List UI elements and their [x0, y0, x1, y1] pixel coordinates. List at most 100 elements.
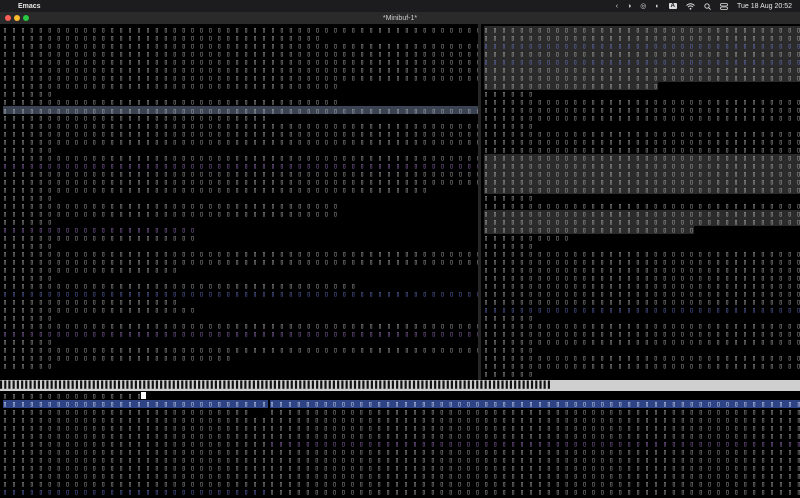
- buffer-line[interactable]: ▯ ▯ ▯ ▯ ▯ ▯: [484, 194, 533, 202]
- search-icon[interactable]: [704, 2, 711, 10]
- buffer-line[interactable]: ▯ ▯ ▯ ▯ ▯ ▯ ▯ ▯ ▯ ▯ ▯ ▯ ▯ ▯ ▯ ▯ ▯ ▯ ▯ ▯ …: [484, 154, 800, 162]
- buffer-line[interactable]: ▯ ▯ ▯ ▯ ▯ ▯ ▯ ▯ ▯ ▯ ▯ ▯ ▯ ▯ ▯ ▯ ▯ ▯ ▯ ▯ …: [3, 472, 268, 480]
- buffer-line[interactable]: ▯ ▯ ▯ ▯ ▯ ▯: [3, 218, 52, 226]
- buffer-line[interactable]: ▯ ▯ ▯ ▯ ▯ ▯ ▯ ▯ ▯ ▯ ▯ ▯ ▯ ▯ ▯ ▯ ▯ ▯ ▯ ▯ …: [3, 234, 195, 242]
- buffer-line[interactable]: ▯ ▯ ▯ ▯ ▯ ▯ ▯ ▯ ▯ ▯ ▯ ▯ ▯ ▯ ▯ ▯ ▯ ▯ ▯ ▯ …: [484, 178, 800, 186]
- buffer-line[interactable]: ▯ ▯ ▯ ▯ ▯ ▯ ▯ ▯ ▯ ▯ ▯ ▯ ▯ ▯ ▯ ▯ ▯ ▯ ▯ ▯ …: [3, 178, 478, 186]
- buffer-line[interactable]: ▯ ▯ ▯ ▯ ▯ ▯ ▯ ▯ ▯ ▯ ▯ ▯ ▯ ▯ ▯ ▯ ▯ ▯ ▯ ▯ …: [3, 440, 266, 448]
- buffer-line[interactable]: ▯ ▯ ▯ ▯ ▯ ▯ ▯ ▯ ▯ ▯ ▯ ▯ ▯ ▯ ▯ ▯ ▯ ▯ ▯ ▯ …: [270, 464, 800, 472]
- buffer-line[interactable]: ▯ ▯ ▯ ▯ ▯ ▯: [484, 242, 533, 250]
- buffer-line[interactable]: ▯ ▯ ▯ ▯ ▯ ▯: [3, 338, 52, 346]
- buffer-line[interactable]: ▯ ▯ ▯ ▯ ▯ ▯ ▯ ▯ ▯ ▯ ▯ ▯ ▯ ▯ ▯ ▯ ▯ ▯ ▯ ▯ …: [484, 138, 800, 146]
- right-editor-window[interactable]: ▯ ▯ ▯ ▯ ▯ ▯ ▯ ▯ ▯ ▯ ▯ ▯ ▯ ▯ ▯ ▯ ▯ ▯ ▯ ▯ …: [481, 24, 800, 380]
- input-source-icon[interactable]: A: [668, 3, 677, 9]
- buffer-line[interactable]: ▯ ▯ ▯ ▯ ▯ ▯ ▯ ▯ ▯ ▯ ▯ ▯ ▯ ▯ ▯ ▯ ▯ ▯ ▯ ▯ …: [3, 58, 478, 66]
- buffer-line[interactable]: ▯ ▯ ▯ ▯ ▯ ▯ ▯ ▯ ▯ ▯ ▯ ▯ ▯ ▯ ▯ ▯ ▯ ▯ ▯ ▯ …: [484, 266, 800, 274]
- buffer-line[interactable]: ▯ ▯ ▯ ▯ ▯ ▯ ▯ ▯ ▯ ▯ ▯ ▯ ▯ ▯ ▯ ▯ ▯ ▯ ▯ ▯ …: [484, 58, 800, 66]
- buffer-line[interactable]: ▯ ▯ ▯ ▯ ▯ ▯ ▯ ▯ ▯ ▯ ▯ ▯ ▯ ▯ ▯ ▯ ▯ ▯ ▯ ▯ …: [3, 306, 195, 314]
- buffer-line[interactable]: ▯ ▯ ▯ ▯ ▯ ▯ ▯ ▯ ▯ ▯ ▯ ▯ ▯ ▯ ▯ ▯ ▯ ▯ ▯ ▯ …: [3, 448, 266, 456]
- buffer-line[interactable]: ▯ ▯ ▯ ▯ ▯ ▯ ▯ ▯ ▯ ▯ ▯ ▯ ▯ ▯ ▯ ▯ ▯ ▯ ▯ ▯ …: [484, 250, 800, 258]
- buffer-line[interactable]: ▯ ▯ ▯ ▯ ▯ ▯ ▯ ▯ ▯ ▯ ▯ ▯ ▯ ▯ ▯ ▯ ▯ ▯ ▯ ▯ …: [3, 354, 231, 362]
- buffer-line[interactable]: ▯ ▯ ▯ ▯ ▯ ▯ ▯ ▯ ▯ ▯ ▯ ▯ ▯ ▯ ▯ ▯ ▯ ▯ ▯ ▯ …: [484, 362, 800, 370]
- buffer-line[interactable]: ▯ ▯ ▯ ▯ ▯ ▯ ▯ ▯ ▯ ▯ ▯ ▯ ▯ ▯ ▯ ▯ ▯ ▯ ▯ ▯ …: [3, 42, 478, 50]
- buffer-line[interactable]: ▯ ▯ ▯ ▯ ▯ ▯: [3, 274, 52, 282]
- app-menu-title[interactable]: Emacs: [18, 3, 41, 10]
- buffer-line[interactable]: ▯ ▯ ▯ ▯ ▯ ▯ ▯ ▯ ▯ ▯ ▯ ▯ ▯ ▯ ▯ ▯ ▯ ▯ ▯ ▯ …: [3, 114, 266, 122]
- buffer-line[interactable]: ▯ ▯ ▯ ▯ ▯ ▯ ▯ ▯ ▯ ▯ ▯ ▯ ▯ ▯ ▯ ▯ ▯ ▯ ▯ ▯ …: [3, 424, 268, 432]
- buffer-line[interactable]: ▯ ▯ ▯ ▯ ▯ ▯ ▯ ▯ ▯ ▯ ▯ ▯ ▯ ▯ ▯ ▯ ▯ ▯ ▯ ▯ …: [270, 480, 800, 488]
- buffer-line[interactable]: ▯ ▯ ▯ ▯ ▯ ▯ ▯ ▯ ▯ ▯ ▯ ▯ ▯ ▯ ▯ ▯ ▯ ▯ ▯ ▯ …: [484, 330, 800, 338]
- buffer-line[interactable]: ▯ ▯ ▯ ▯ ▯ ▯ ▯ ▯ ▯ ▯ ▯ ▯ ▯ ▯ ▯ ▯ ▯ ▯ ▯ ▯ …: [3, 416, 268, 424]
- buffer-line[interactable]: ▯ ▯ ▯ ▯ ▯ ▯ ▯ ▯ ▯ ▯ ▯ ▯ ▯ ▯ ▯ ▯ ▯ ▯ ▯ ▯ …: [3, 170, 478, 178]
- buffer-line[interactable]: ▯ ▯ ▯ ▯ ▯ ▯ ▯ ▯ ▯ ▯ ▯ ▯ ▯ ▯ ▯ ▯ ▯ ▯ ▯ ▯ …: [3, 226, 195, 234]
- buffer-line[interactable]: ▯ ▯ ▯ ▯ ▯ ▯ ▯ ▯ ▯ ▯ ▯ ▯ ▯ ▯ ▯ ▯ ▯ ▯ ▯ ▯ …: [3, 74, 478, 82]
- buffer-line[interactable]: ▯ ▯ ▯ ▯ ▯ ▯: [3, 314, 52, 322]
- headphones-icon[interactable]: ◑: [627, 3, 631, 10]
- buffer-line[interactable]: ▯ ▯ ▯ ▯ ▯ ▯ ▯ ▯ ▯ ▯ ▯ ▯ ▯ ▯ ▯ ▯ ▯ ▯ ▯ ▯ …: [3, 456, 268, 464]
- buffer-line[interactable]: ▯ ▯ ▯ ▯ ▯ ▯: [484, 370, 533, 378]
- buffer-line[interactable]: ▯ ▯ ▯ ▯ ▯ ▯ ▯ ▯ ▯ ▯ ▯ ▯ ▯ ▯ ▯ ▯ ▯ ▯ ▯ ▯ …: [3, 98, 338, 106]
- buffer-line[interactable]: ▯ ▯ ▯ ▯ ▯ ▯ ▯ ▯ ▯ ▯ ▯ ▯ ▯ ▯ ▯ ▯ ▯ ▯ ▯ ▯ …: [3, 464, 268, 472]
- buffer-line[interactable]: ▯ ▯ ▯ ▯ ▯ ▯ ▯ ▯ ▯ ▯ ▯ ▯ ▯ ▯ ▯ ▯ ▯ ▯ ▯ ▯ …: [3, 210, 338, 218]
- buffer-line[interactable]: ▯ ▯ ▯ ▯ ▯ ▯: [3, 90, 52, 98]
- buffer-line[interactable]: ▯ ▯ ▯ ▯ ▯ ▯ ▯ ▯ ▯ ▯ ▯ ▯ ▯ ▯ ▯ ▯ ▯ ▯ ▯ ▯ …: [3, 106, 478, 114]
- buffer-line[interactable]: ▯ ▯ ▯ ▯ ▯ ▯ ▯ ▯ ▯ ▯ ▯ ▯ ▯ ▯ ▯ ▯ ▯ ▯ ▯ ▯ …: [484, 170, 800, 178]
- buffer-line[interactable]: ▯ ▯ ▯ ▯ ▯ ▯ ▯ ▯ ▯ ▯ ▯ ▯ ▯ ▯ ▯ ▯ ▯ ▯ ▯ ▯ …: [484, 218, 800, 226]
- buffer-line[interactable]: ▯ ▯ ▯ ▯ ▯ ▯ ▯ ▯ ▯ ▯ ▯ ▯ ▯ ▯ ▯ ▯ ▯ ▯ ▯ ▯ …: [484, 66, 800, 74]
- menu-bar-clock[interactable]: Tue 18 Aug 20:52: [737, 3, 792, 10]
- buffer-line[interactable]: ▯ ▯ ▯ ▯ ▯ ▯ ▯ ▯ ▯ ▯ ▯ ▯ ▯ ▯ ▯ ▯ ▯ ▯ ▯ ▯ …: [484, 26, 800, 34]
- buffer-line[interactable]: ▯ ▯ ▯ ▯ ▯ ▯ ▯ ▯ ▯ ▯ ▯ ▯ ▯ ▯ ▯ ▯: [3, 392, 147, 400]
- control-center-icon[interactable]: [720, 2, 728, 10]
- buffer-line[interactable]: ▯ ▯ ▯ ▯ ▯ ▯ ▯ ▯ ▯ ▯ ▯ ▯ ▯ ▯ ▯ ▯ ▯ ▯ ▯ ▯ …: [3, 130, 478, 138]
- buffer-line[interactable]: ▯ ▯ ▯ ▯ ▯ ▯ ▯ ▯ ▯ ▯ ▯ ▯ ▯ ▯ ▯ ▯ ▯ ▯ ▯ ▯ …: [3, 480, 268, 488]
- buffer-line[interactable]: ▯ ▯ ▯ ▯ ▯ ▯ ▯ ▯ ▯ ▯ ▯ ▯ ▯ ▯ ▯ ▯ ▯ ▯ ▯ ▯ …: [3, 408, 249, 416]
- buffer-line[interactable]: ▯ ▯ ▯ ▯ ▯ ▯ ▯ ▯ ▯ ▯: [484, 234, 569, 242]
- buffer-line[interactable]: ▯ ▯ ▯ ▯ ▯ ▯ ▯ ▯ ▯ ▯ ▯ ▯ ▯ ▯ ▯ ▯ ▯ ▯ ▯ ▯ …: [3, 258, 478, 266]
- buffer-line[interactable]: ▯ ▯ ▯ ▯ ▯ ▯ ▯ ▯ ▯ ▯ ▯ ▯ ▯ ▯ ▯ ▯ ▯ ▯ ▯ ▯ …: [484, 114, 800, 122]
- buffer-line[interactable]: ▯ ▯ ▯ ▯ ▯ ▯ ▯ ▯ ▯ ▯ ▯ ▯ ▯ ▯ ▯ ▯ ▯ ▯ ▯ ▯ …: [484, 186, 800, 194]
- buffer-line[interactable]: ▯ ▯ ▯ ▯ ▯ ▯ ▯ ▯ ▯ ▯ ▯ ▯ ▯ ▯ ▯ ▯ ▯ ▯ ▯ ▯ …: [270, 472, 800, 480]
- display-status-icon[interactable]: ◐: [655, 3, 659, 10]
- buffer-line[interactable]: ▯ ▯ ▯ ▯ ▯ ▯: [484, 90, 533, 98]
- buffer-line[interactable]: ▯ ▯ ▯ ▯ ▯ ▯ ▯ ▯ ▯ ▯ ▯ ▯ ▯ ▯ ▯ ▯ ▯ ▯ ▯ ▯ …: [484, 274, 800, 282]
- buffer-line[interactable]: ▯ ▯ ▯ ▯ ▯ ▯ ▯ ▯ ▯ ▯ ▯ ▯ ▯ ▯ ▯ ▯ ▯ ▯ ▯ ▯ …: [3, 250, 478, 258]
- buffer-line[interactable]: ▯ ▯ ▯ ▯ ▯ ▯ ▯ ▯ ▯ ▯ ▯ ▯ ▯ ▯ ▯ ▯ ▯ ▯ ▯ ▯ …: [3, 330, 478, 338]
- buffer-line[interactable]: ▯ ▯ ▯ ▯ ▯ ▯ ▯ ▯ ▯ ▯ ▯ ▯ ▯ ▯ ▯ ▯ ▯ ▯ ▯ ▯ …: [270, 400, 800, 408]
- buffer-line[interactable]: ▯ ▯ ▯ ▯ ▯ ▯ ▯ ▯ ▯ ▯ ▯ ▯ ▯ ▯ ▯ ▯ ▯ ▯ ▯ ▯ …: [484, 354, 800, 362]
- buffer-line[interactable]: ▯ ▯ ▯ ▯ ▯ ▯: [3, 362, 52, 370]
- buffer-line[interactable]: ▯ ▯ ▯ ▯ ▯ ▯ ▯ ▯ ▯ ▯ ▯ ▯ ▯ ▯ ▯ ▯ ▯ ▯ ▯ ▯ …: [3, 432, 268, 440]
- buffer-line[interactable]: ▯ ▯ ▯ ▯ ▯ ▯ ▯ ▯ ▯ ▯ ▯ ▯ ▯ ▯ ▯ ▯ ▯ ▯ ▯ ▯: [3, 266, 177, 274]
- buffer-line[interactable]: ▯ ▯ ▯ ▯ ▯ ▯ ▯ ▯ ▯ ▯ ▯ ▯ ▯ ▯ ▯ ▯ ▯ ▯ ▯ ▯ …: [270, 432, 800, 440]
- buffer-line[interactable]: ▯ ▯ ▯ ▯ ▯ ▯ ▯ ▯ ▯ ▯ ▯ ▯ ▯ ▯ ▯ ▯ ▯ ▯ ▯ ▯ …: [484, 130, 800, 138]
- buffer-line[interactable]: ▯ ▯ ▯ ▯ ▯ ▯ ▯ ▯ ▯ ▯ ▯ ▯ ▯ ▯ ▯ ▯ ▯ ▯ ▯ ▯ …: [484, 226, 694, 234]
- buffer-line[interactable]: ▯ ▯ ▯ ▯ ▯ ▯ ▯ ▯ ▯ ▯ ▯ ▯ ▯ ▯ ▯ ▯ ▯ ▯ ▯ ▯ …: [270, 448, 800, 456]
- buffer-line[interactable]: ▯ ▯ ▯ ▯ ▯ ▯ ▯ ▯ ▯ ▯ ▯ ▯ ▯ ▯ ▯ ▯ ▯ ▯ ▯ ▯ …: [270, 416, 800, 424]
- buffer-line[interactable]: ▯ ▯ ▯ ▯ ▯ ▯: [484, 314, 533, 322]
- minimize-window-button[interactable]: [14, 15, 20, 21]
- buffer-line[interactable]: ▯ ▯ ▯ ▯ ▯ ▯ ▯ ▯ ▯ ▯ ▯ ▯ ▯ ▯ ▯ ▯ ▯ ▯ ▯ ▯ …: [3, 186, 427, 194]
- buffer-line[interactable]: ▯ ▯ ▯ ▯ ▯ ▯ ▯ ▯ ▯ ▯ ▯ ▯ ▯ ▯ ▯ ▯ ▯ ▯ ▯ ▯ …: [484, 338, 800, 346]
- buffer-line[interactable]: ▯ ▯ ▯ ▯ ▯ ▯ ▯ ▯ ▯ ▯ ▯ ▯ ▯ ▯ ▯ ▯ ▯ ▯ ▯ ▯ …: [484, 322, 800, 330]
- buffer-line[interactable]: ▯ ▯ ▯ ▯ ▯ ▯: [3, 194, 52, 202]
- buffer-line[interactable]: ▯ ▯ ▯ ▯ ▯ ▯ ▯ ▯ ▯ ▯ ▯ ▯ ▯ ▯ ▯ ▯ ▯ ▯ ▯ ▯ …: [484, 162, 800, 170]
- buffer-line[interactable]: ▯ ▯ ▯ ▯ ▯ ▯ ▯ ▯ ▯ ▯ ▯ ▯ ▯ ▯ ▯ ▯ ▯ ▯ ▯ ▯ …: [484, 42, 800, 50]
- buffer-line[interactable]: ▯ ▯ ▯ ▯ ▯ ▯ ▯ ▯ ▯ ▯ ▯ ▯ ▯ ▯ ▯ ▯ ▯ ▯ ▯ ▯ …: [484, 106, 800, 114]
- minibuffer-right-column[interactable]: ▯ ▯ ▯ ▯ ▯ ▯ ▯ ▯ ▯ ▯ ▯ ▯ ▯ ▯ ▯ ▯ ▯ ▯ ▯ ▯ …: [268, 391, 800, 498]
- buffer-line[interactable]: ▯ ▯ ▯ ▯ ▯ ▯ ▯ ▯ ▯ ▯ ▯ ▯ ▯ ▯ ▯ ▯ ▯ ▯ ▯ ▯ …: [484, 34, 800, 42]
- buffer-line[interactable]: ▯ ▯ ▯ ▯ ▯ ▯: [3, 242, 52, 250]
- buffer-line[interactable]: ▯ ▯ ▯ ▯ ▯ ▯ ▯ ▯ ▯ ▯ ▯ ▯ ▯ ▯ ▯ ▯ ▯ ▯ ▯ ▯ …: [484, 146, 800, 154]
- buffer-line[interactable]: ▯ ▯ ▯ ▯ ▯ ▯ ▯ ▯ ▯ ▯ ▯ ▯ ▯ ▯ ▯ ▯ ▯ ▯ ▯ ▯ …: [270, 440, 800, 448]
- buffer-line[interactable]: ▯ ▯ ▯ ▯ ▯ ▯: [484, 122, 533, 130]
- buffer-line[interactable]: ▯ ▯ ▯ ▯ ▯ ▯ ▯ ▯ ▯ ▯ ▯ ▯ ▯ ▯ ▯ ▯ ▯ ▯ ▯ ▯ …: [3, 322, 478, 330]
- buffer-line[interactable]: ▯ ▯ ▯ ▯ ▯ ▯ ▯ ▯ ▯ ▯ ▯ ▯ ▯ ▯ ▯ ▯ ▯ ▯ ▯ ▯ …: [484, 298, 800, 306]
- back-status-icon[interactable]: ‹: [616, 3, 618, 10]
- buffer-line[interactable]: ▯ ▯ ▯ ▯ ▯ ▯ ▯ ▯ ▯ ▯ ▯ ▯ ▯ ▯ ▯ ▯ ▯ ▯ ▯ ▯ …: [3, 488, 268, 496]
- buffer-line[interactable]: ▯ ▯ ▯ ▯ ▯ ▯ ▯ ▯ ▯ ▯ ▯ ▯ ▯ ▯ ▯ ▯ ▯ ▯ ▯ ▯ …: [484, 50, 800, 58]
- buffer-line[interactable]: ▯ ▯ ▯ ▯ ▯ ▯ ▯ ▯ ▯ ▯ ▯ ▯ ▯ ▯ ▯ ▯ ▯ ▯ ▯ ▯ …: [3, 154, 478, 162]
- buffer-line[interactable]: ▯ ▯ ▯ ▯ ▯ ▯: [3, 146, 52, 154]
- buffer-line[interactable]: ▯ ▯ ▯ ▯ ▯ ▯ ▯ ▯ ▯ ▯ ▯ ▯ ▯ ▯ ▯ ▯ ▯ ▯ ▯ ▯ …: [484, 98, 800, 106]
- buffer-line[interactable]: ▯ ▯ ▯ ▯ ▯ ▯ ▯ ▯ ▯ ▯ ▯ ▯ ▯ ▯ ▯ ▯ ▯ ▯ ▯ ▯ …: [3, 66, 478, 74]
- buffer-line[interactable]: ▯ ▯ ▯ ▯ ▯ ▯ ▯ ▯ ▯ ▯ ▯ ▯ ▯ ▯ ▯ ▯ ▯ ▯ ▯ ▯ …: [3, 82, 338, 90]
- minibuffer-window[interactable]: ▯ ▯ ▯ ▯ ▯ ▯ ▯ ▯ ▯ ▯ ▯ ▯ ▯ ▯ ▯ ▯ ▯ ▯ ▯ ▯ ▯…: [0, 391, 800, 498]
- wifi-icon[interactable]: [686, 2, 695, 10]
